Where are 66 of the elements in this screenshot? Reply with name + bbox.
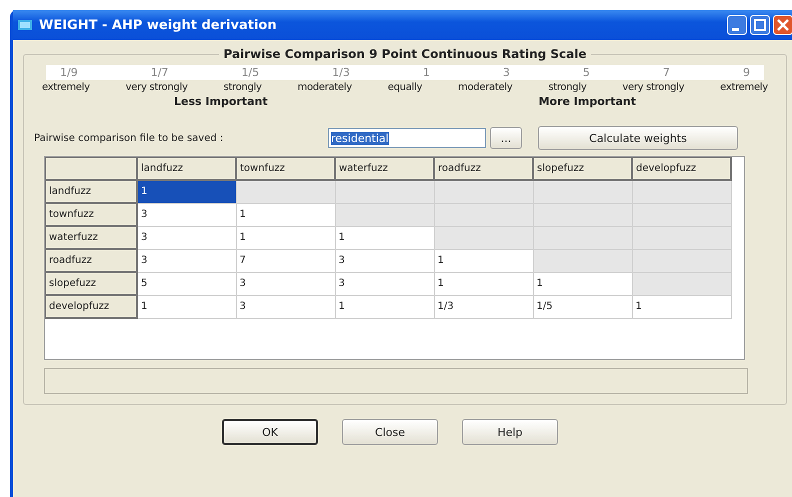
row-header[interactable]: slopefuzz xyxy=(46,272,137,295)
column-header[interactable]: waterfuzz xyxy=(335,158,434,180)
row-header[interactable]: townfuzz xyxy=(46,203,137,226)
dialog-button[interactable]: OK xyxy=(222,419,318,445)
row-header[interactable]: roadfuzz xyxy=(46,249,137,272)
dialog-button[interactable]: Close xyxy=(342,419,438,445)
scale-label: very strongly xyxy=(622,82,684,93)
maximize-icon[interactable] xyxy=(750,15,770,35)
scale-value: 1/7 xyxy=(150,66,168,79)
scale-label: moderately xyxy=(458,82,512,93)
group-title: Pairwise Comparison 9 Point Continuous Rating Scale xyxy=(219,47,591,61)
file-name-field[interactable]: residential xyxy=(328,128,486,148)
window-title: WEIGHT - AHP weight derivation xyxy=(39,18,278,32)
scale-label: extremely xyxy=(42,82,90,93)
scale-value: 1/5 xyxy=(241,66,260,79)
table-cell[interactable]: 1 xyxy=(137,295,236,318)
column-header[interactable]: landfuzz xyxy=(137,158,236,180)
table-cell[interactable]: 1 xyxy=(632,295,731,318)
table-cell[interactable]: 1 xyxy=(533,272,632,295)
scale-value: 9 xyxy=(742,66,750,79)
table-cell[interactable]: 3 xyxy=(236,272,335,295)
dialog-button[interactable]: Help xyxy=(462,419,558,445)
table-cell[interactable]: 1 xyxy=(335,295,434,318)
scale-label: extremely xyxy=(720,82,768,93)
table-cell[interactable]: 1 xyxy=(434,272,533,295)
table-cell[interactable]: 1 xyxy=(137,180,236,203)
table-cell[interactable]: 3 xyxy=(137,203,236,226)
scale-label: equally xyxy=(388,82,422,93)
row-header[interactable]: waterfuzz xyxy=(46,226,137,249)
column-header[interactable]: townfuzz xyxy=(236,158,335,180)
table-cell[interactable]: 1 xyxy=(236,226,335,249)
table-cell[interactable]: 7 xyxy=(236,249,335,272)
row-header[interactable]: developfuzz xyxy=(46,295,137,318)
table-cell[interactable]: 3 xyxy=(137,249,236,272)
table-cell[interactable]: 1 xyxy=(236,203,335,226)
column-header[interactable]: slopefuzz xyxy=(533,158,632,180)
browse-button[interactable]: ... xyxy=(490,127,522,149)
scale-label: strongly xyxy=(548,82,586,93)
scale-value: 1/3 xyxy=(332,66,350,79)
table-cell[interactable]: 5 xyxy=(137,272,236,295)
close-icon[interactable] xyxy=(773,15,792,35)
table-cell[interactable]: 3 xyxy=(236,295,335,318)
scale-value: 1 xyxy=(422,66,430,79)
file-label: Pairwise comparison file to be saved : xyxy=(34,132,224,144)
scale-label: very strongly xyxy=(126,82,188,93)
table-cell[interactable]: 1 xyxy=(434,249,533,272)
scale-value: 1/9 xyxy=(60,66,78,79)
table-cell[interactable]: 1/3 xyxy=(434,295,533,318)
column-header[interactable]: developfuzz xyxy=(632,158,731,180)
table-cell[interactable]: 1/5 xyxy=(533,295,632,318)
less-important-label: Less Important xyxy=(174,95,268,108)
scale-value: 5 xyxy=(582,66,590,79)
minimize-icon[interactable] xyxy=(727,15,747,35)
table-cell[interactable]: 3 xyxy=(335,249,434,272)
table-cell[interactable]: 3 xyxy=(137,226,236,249)
table-cell[interactable]: 1 xyxy=(335,226,434,249)
calculate-weights-button[interactable]: Calculate weights xyxy=(538,126,738,150)
row-header[interactable]: landfuzz xyxy=(46,180,137,203)
scale-label: moderately xyxy=(298,82,352,93)
table-cell[interactable]: 3 xyxy=(335,272,434,295)
more-important-label: More Important xyxy=(538,95,636,108)
scale-label: strongly xyxy=(223,82,262,93)
scale-value: 3 xyxy=(502,66,510,79)
column-header[interactable]: roadfuzz xyxy=(434,158,533,180)
scale-value: 7 xyxy=(662,66,670,79)
app-icon xyxy=(17,17,33,33)
